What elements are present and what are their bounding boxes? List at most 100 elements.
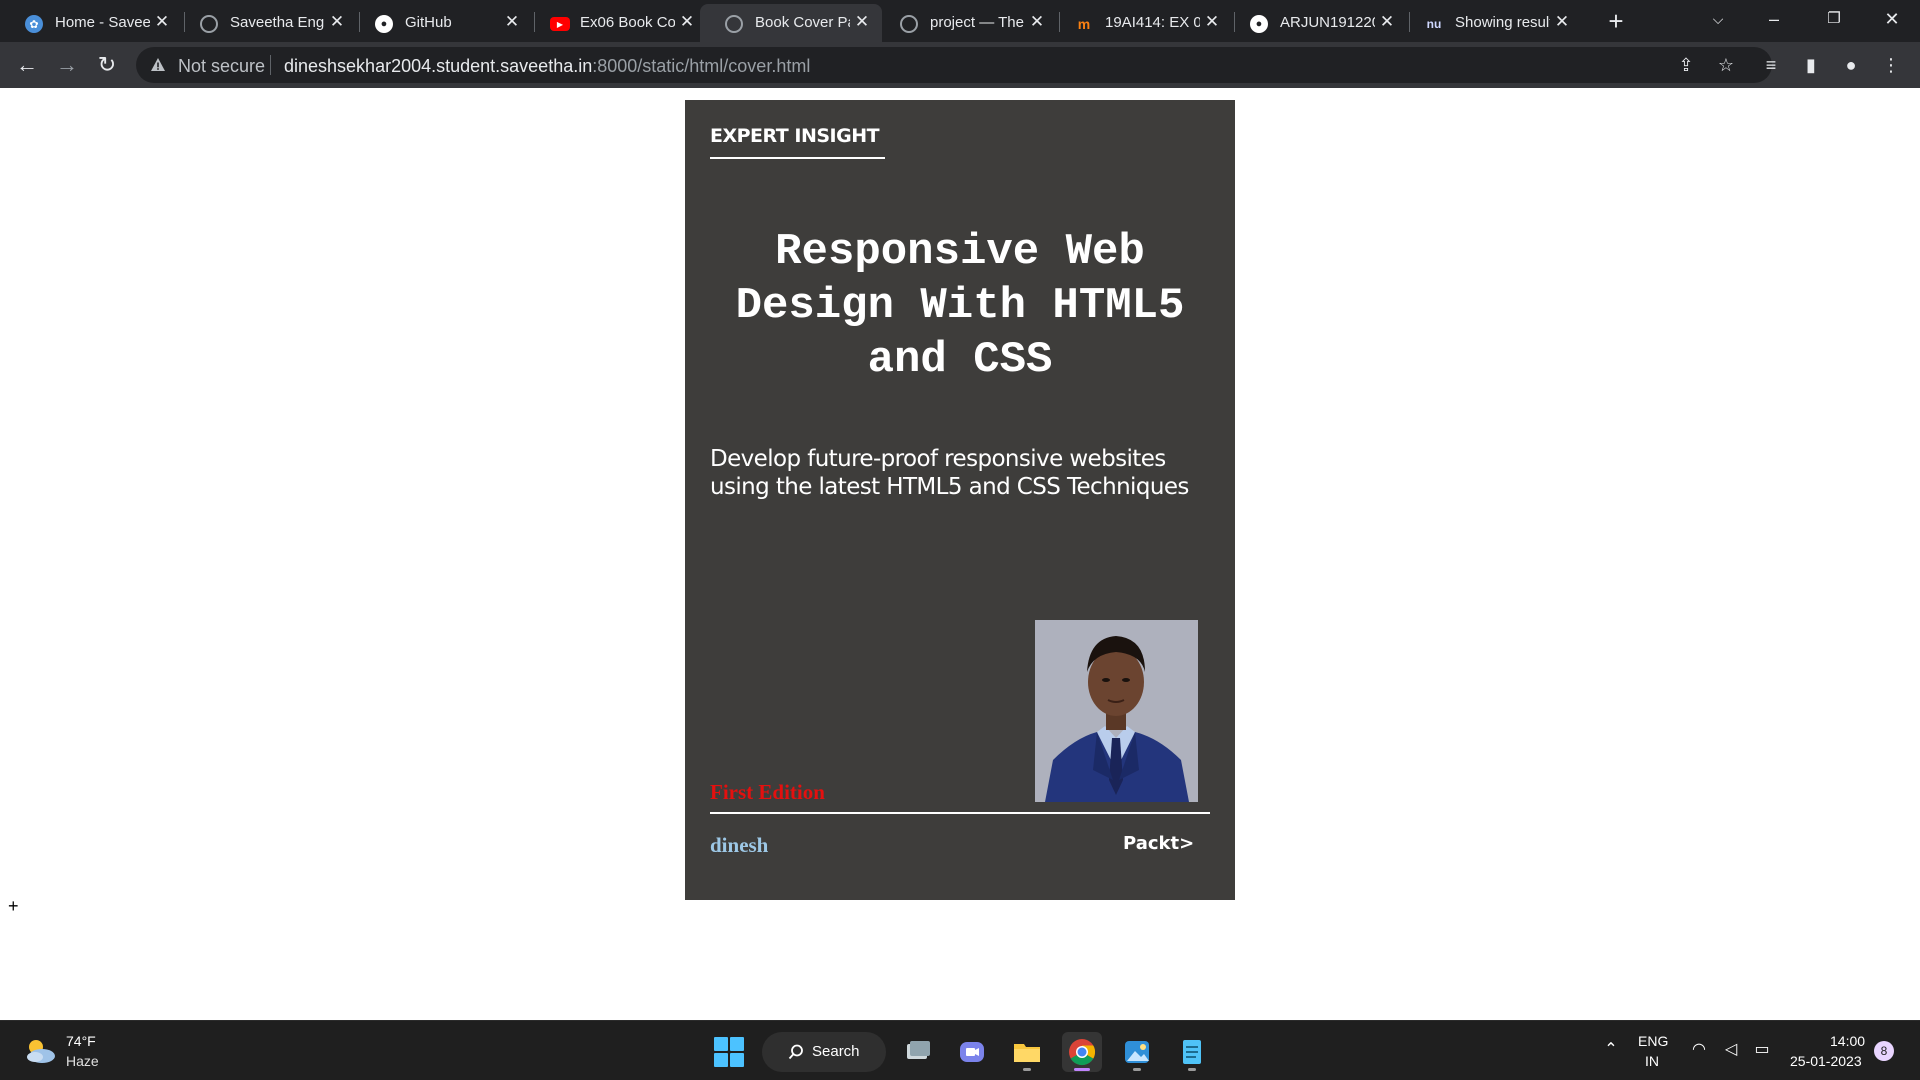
tab-title: project — The bbox=[930, 14, 1024, 31]
task-view-icon[interactable] bbox=[897, 1032, 937, 1072]
search-label: Search bbox=[812, 1043, 860, 1060]
close-icon[interactable]: ✕ bbox=[327, 12, 347, 32]
tab-search-chevron-down-icon[interactable]: ⌵ bbox=[1690, 0, 1746, 38]
crosshair-cursor-icon: + bbox=[8, 896, 19, 916]
tab-title: Book Cover Page bbox=[755, 14, 850, 31]
start-windows-icon[interactable] bbox=[714, 1037, 744, 1067]
bookmark-star-icon[interactable]: ☆ bbox=[1711, 50, 1741, 80]
teams-chat-icon[interactable] bbox=[952, 1032, 992, 1072]
close-icon[interactable]: ✕ bbox=[1202, 12, 1222, 32]
taskbar-search-button[interactable]: Search bbox=[762, 1032, 886, 1072]
search-icon bbox=[788, 1044, 803, 1060]
tab-title: Showing results bbox=[1455, 14, 1550, 31]
tab-github[interactable]: ● GitHub ✕ bbox=[350, 4, 532, 42]
side-panel-icon[interactable]: ▮ bbox=[1796, 50, 1826, 80]
active-indicator bbox=[1074, 1068, 1090, 1071]
tab-title: GitHub bbox=[405, 14, 452, 31]
chevron-up-icon[interactable]: ⌃ bbox=[1600, 1039, 1622, 1061]
tab-title: Ex06 Book Cover bbox=[580, 14, 675, 31]
github-icon: ● bbox=[1250, 15, 1268, 33]
new-tab-button[interactable]: + bbox=[1600, 6, 1632, 38]
github-icon: ● bbox=[375, 15, 393, 33]
app-icon: ✿ bbox=[25, 15, 43, 33]
globe-icon bbox=[200, 15, 218, 33]
back-arrow-icon[interactable]: ← bbox=[12, 50, 42, 80]
tab-title: Home - Saveetha bbox=[55, 14, 150, 31]
security-status[interactable]: Not secure bbox=[178, 56, 265, 77]
address-bar[interactable]: Not secure dineshsekhar2004.student.save… bbox=[136, 47, 1772, 83]
youtube-icon: ▶ bbox=[550, 17, 570, 31]
weather-haze-icon[interactable] bbox=[22, 1033, 58, 1069]
close-icon[interactable]: ✕ bbox=[152, 12, 172, 32]
speaker-muted-icon[interactable]: ◁ bbox=[1720, 1039, 1742, 1061]
globe-icon bbox=[725, 15, 743, 33]
tab-arjun-github[interactable]: ● ARJUN191220 ✕ bbox=[1225, 4, 1407, 42]
file-explorer-icon[interactable] bbox=[1007, 1032, 1047, 1072]
globe-icon bbox=[900, 15, 918, 33]
wifi-icon[interactable]: ◠ bbox=[1688, 1039, 1710, 1061]
running-indicator bbox=[1133, 1068, 1141, 1071]
forward-arrow-icon[interactable]: → bbox=[52, 50, 82, 80]
input-language[interactable]: ENG bbox=[1638, 1033, 1668, 1049]
nu-icon: nu bbox=[1426, 17, 1442, 31]
url-text[interactable]: dineshsekhar2004.student.saveetha.in:800… bbox=[284, 56, 810, 77]
tab-showing-results[interactable]: nu Showing results ✕ bbox=[1400, 4, 1582, 42]
photos-icon[interactable] bbox=[1117, 1032, 1157, 1072]
series-label: EXPERT INSIGHT bbox=[710, 125, 880, 147]
browser-toolbar: ← → ↻ Not secure dineshsekhar2004.studen… bbox=[0, 42, 1920, 88]
chrome-icon[interactable] bbox=[1062, 1032, 1102, 1072]
omnibox-separator bbox=[270, 55, 271, 75]
start-tile bbox=[714, 1053, 728, 1067]
start-tile bbox=[714, 1037, 728, 1051]
tab-title: 19AI414: EX 06 bbox=[1105, 14, 1200, 31]
close-icon[interactable]: ✕ bbox=[677, 12, 697, 32]
tab-ex06-book-cover[interactable]: ▶ Ex06 Book Cover ✕ bbox=[525, 4, 707, 42]
close-icon[interactable]: ✕ bbox=[1377, 12, 1397, 32]
title-line: Responsive Web bbox=[775, 227, 1145, 277]
book-subtitle: Develop future-proof responsive websites… bbox=[710, 446, 1189, 500]
url-path: :8000/static/html/cover.html bbox=[592, 56, 811, 76]
clock-time[interactable]: 14:00 bbox=[1830, 1033, 1865, 1049]
page-viewport: EXPERT INSIGHT Responsive Web Design Wit… bbox=[0, 88, 1920, 1020]
tab-project[interactable]: project — The ✕ bbox=[875, 4, 1057, 42]
moodle-icon: m bbox=[1077, 16, 1091, 32]
warning-icon[interactable] bbox=[150, 57, 166, 73]
windows-taskbar: 74°F Haze Search ⌃ ENG IN ◠ ◁ ▭ 14:00 25… bbox=[0, 1020, 1920, 1080]
weather-temperature[interactable]: 74°F bbox=[66, 1033, 96, 1049]
clock-date[interactable]: 25-01-2023 bbox=[1790, 1053, 1862, 1069]
weather-description[interactable]: Haze bbox=[66, 1053, 99, 1069]
close-icon[interactable]: ✕ bbox=[852, 12, 872, 32]
title-line: and CSS bbox=[867, 335, 1053, 385]
close-icon[interactable]: ✕ bbox=[502, 12, 522, 32]
tab-book-cover-page[interactable]: Book Cover Page ✕ bbox=[700, 4, 882, 42]
input-region[interactable]: IN bbox=[1645, 1053, 1659, 1069]
reload-icon[interactable]: ↻ bbox=[92, 50, 122, 80]
url-host: dineshsekhar2004.student.saveetha.in bbox=[284, 56, 593, 76]
notification-badge[interactable]: 8 bbox=[1874, 1041, 1894, 1061]
menu-kebab-icon[interactable]: ⋮ bbox=[1876, 50, 1906, 80]
close-icon[interactable]: ✕ bbox=[1027, 12, 1047, 32]
tab-title: ARJUN191220 bbox=[1280, 14, 1375, 31]
browser-tab-strip: ✿ Home - Saveetha ✕ Saveetha Engineering… bbox=[0, 0, 1920, 42]
author-name: dinesh bbox=[710, 833, 769, 857]
cover-divider bbox=[710, 812, 1210, 814]
share-icon[interactable]: ⇪ bbox=[1671, 50, 1701, 80]
book-title: Responsive Web Design With HTML5 and CSS bbox=[685, 225, 1235, 387]
profile-icon[interactable]: ● bbox=[1836, 50, 1866, 80]
tab-home-saveetha[interactable]: ✿ Home - Saveetha ✕ bbox=[0, 4, 182, 42]
running-indicator bbox=[1023, 1068, 1031, 1071]
restore-button[interactable]: ❐ bbox=[1806, 0, 1862, 38]
notepad-icon[interactable] bbox=[1172, 1032, 1212, 1072]
minimize-button[interactable]: – bbox=[1746, 0, 1802, 38]
tab-saveetha-engineering[interactable]: Saveetha Engineering ✕ bbox=[175, 4, 357, 42]
start-tile bbox=[730, 1037, 744, 1051]
close-icon[interactable]: ✕ bbox=[1552, 12, 1572, 32]
tab-19ai414[interactable]: m 19AI414: EX 06 ✕ bbox=[1050, 4, 1232, 42]
book-cover: EXPERT INSIGHT Responsive Web Design Wit… bbox=[685, 100, 1235, 900]
battery-icon[interactable]: ▭ bbox=[1751, 1039, 1773, 1061]
media-queue-icon[interactable]: ≡ bbox=[1756, 50, 1786, 80]
close-window-button[interactable]: ✕ bbox=[1864, 0, 1920, 38]
series-underline bbox=[710, 157, 885, 159]
publisher-name: Packt> bbox=[1123, 833, 1195, 854]
start-tile bbox=[730, 1053, 744, 1067]
